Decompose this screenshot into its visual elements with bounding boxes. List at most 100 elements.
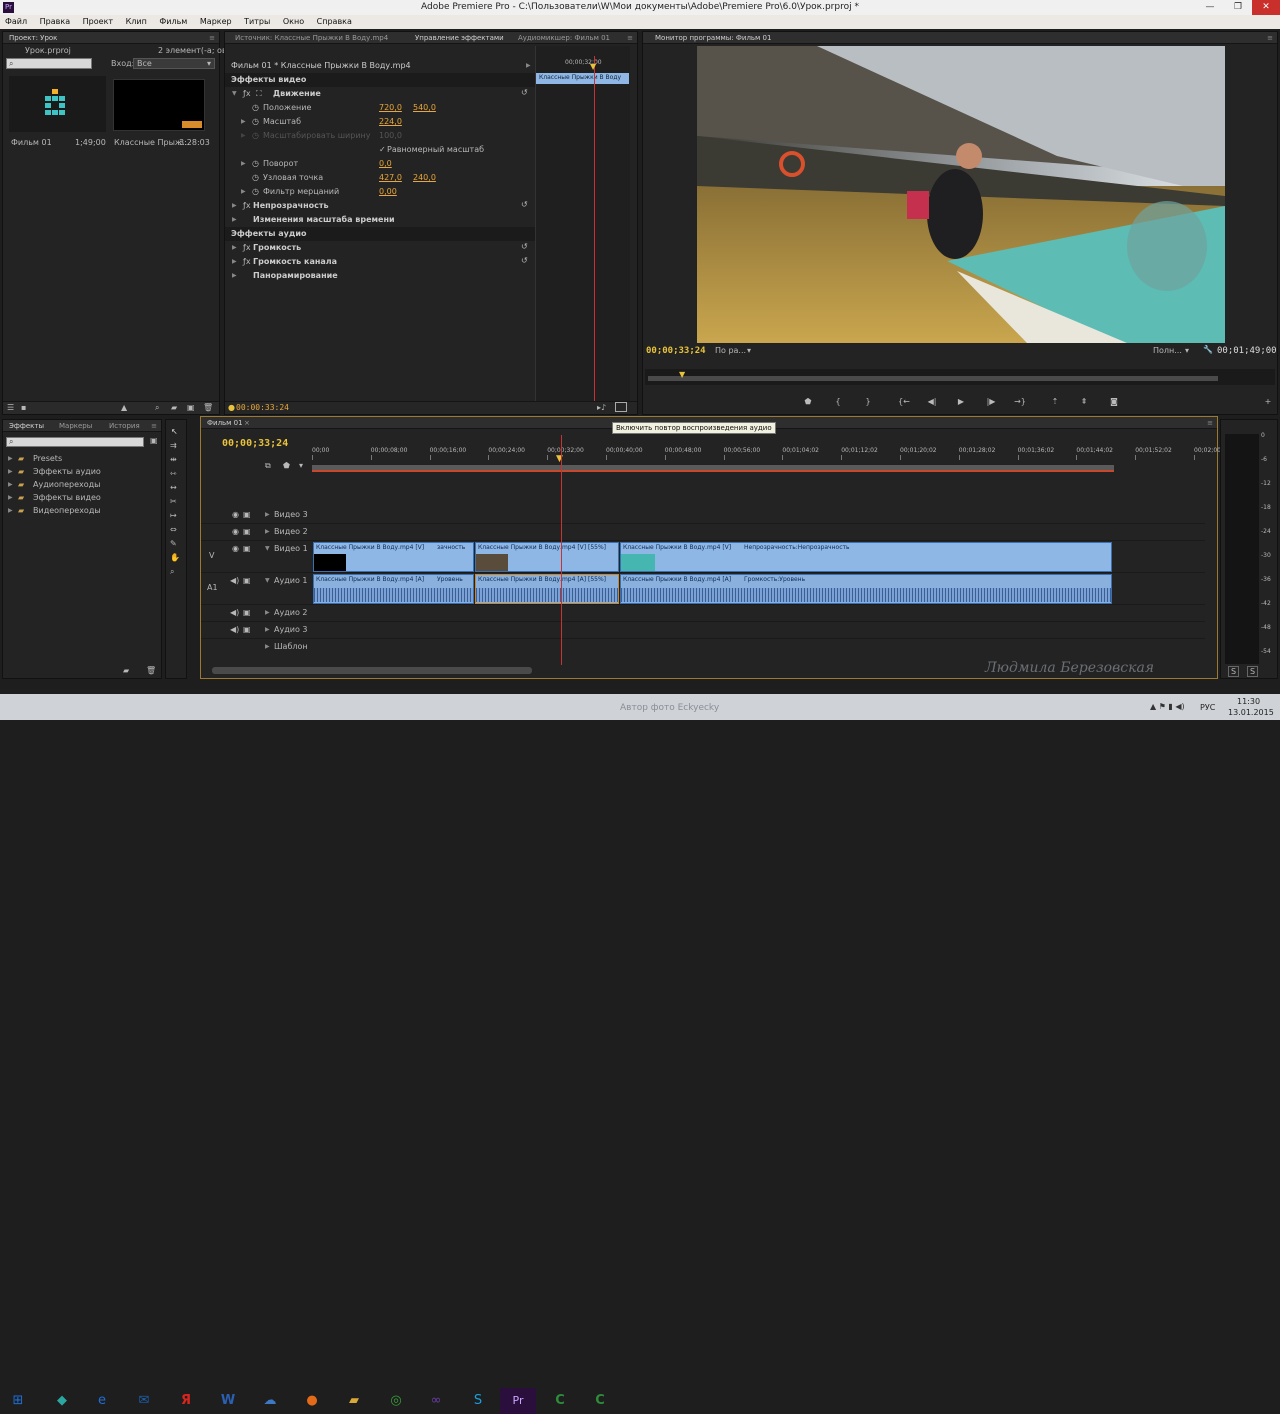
expand-icon[interactable]: ▶ (241, 118, 246, 125)
position-y-value[interactable]: 540,0 (413, 103, 436, 112)
chrome-icon[interactable]: ◎ (378, 1388, 414, 1414)
speaker-icon[interactable]: ◀) (230, 576, 239, 585)
clock-date[interactable]: 13.01.2015 (1228, 708, 1274, 717)
expand-icon[interactable]: ▶ (526, 62, 531, 69)
menu-clip[interactable]: Клип (121, 15, 152, 26)
zoom-tool-icon[interactable]: ⌕ (170, 567, 174, 577)
new-folder-icon[interactable]: ▣ (150, 436, 158, 445)
delete-icon[interactable]: 🗑 (203, 403, 213, 412)
lock-icon[interactable]: ▣ (243, 510, 251, 519)
fx-icon[interactable]: ƒx (243, 243, 251, 252)
tab-source[interactable]: Источник: Классные Прыжки В Воду.mp4 (235, 34, 388, 42)
selection-tool-icon[interactable]: ↖ (171, 427, 178, 436)
slip-tool-icon[interactable]: ↦ (170, 511, 177, 520)
camtasia-icon[interactable]: C (542, 1388, 578, 1414)
close-tab-icon[interactable]: × (244, 419, 250, 427)
new-bin-icon[interactable]: ▰ (123, 666, 129, 675)
mail-icon[interactable]: ✉ (126, 1388, 162, 1414)
expand-icon[interactable]: ▶ (232, 244, 237, 251)
snap-icon[interactable]: ⧉ (265, 461, 271, 471)
video-clip[interactable]: Классные Прыжки В Воду.mp4 [V] зачность (313, 542, 474, 572)
fx-icon[interactable]: ƒx (243, 257, 251, 266)
anchor-y-value[interactable]: 240,0 (413, 173, 436, 182)
collapse-icon[interactable]: ▼ (232, 90, 237, 97)
channel-volume-row[interactable]: ▶ ƒx Громкость канала ↺ (225, 255, 535, 269)
mark-out-icon[interactable]: } (861, 396, 875, 408)
expand-icon[interactable]: ▶ (241, 188, 246, 195)
lock-icon[interactable]: ▣ (243, 608, 251, 617)
play-button[interactable]: ▶ (954, 396, 968, 408)
stopwatch-icon[interactable]: ◷ (252, 159, 259, 168)
stopwatch-icon[interactable]: ◷ (252, 103, 259, 112)
playhead-icon[interactable]: ▼ (590, 62, 596, 71)
panel-menu-icon[interactable]: ≡ (1267, 34, 1273, 42)
panel-menu-icon[interactable]: ≡ (1207, 419, 1213, 427)
expand-icon[interactable]: ▶ (232, 272, 237, 279)
reset-icon[interactable]: ↺ (521, 88, 528, 97)
opacity-row[interactable]: ▶ ƒx Непрозрачность ↺ (225, 199, 535, 213)
video-frame[interactable] (697, 46, 1225, 343)
new-item-icon[interactable]: ▣ (187, 403, 195, 412)
source-patch-a[interactable]: A1 (207, 583, 218, 592)
project-search-input[interactable]: ⌕ (6, 58, 92, 69)
lift-icon[interactable]: ⇡ (1048, 396, 1062, 408)
tray-icons[interactable]: ▲ ⚑ ▮ ◀) (1150, 702, 1185, 711)
reset-icon[interactable]: ↺ (521, 256, 528, 265)
rate-stretch-tool-icon[interactable]: ↔ (170, 483, 177, 492)
language-indicator[interactable]: РУС (1200, 703, 1215, 712)
list-item[interactable]: ▶ ▰ Эффекты видео (8, 492, 158, 505)
video-clip[interactable]: Классные Прыжки В Воду.mp4 [V] Непрозрач… (620, 542, 1112, 572)
menu-sequence[interactable]: Фильм (154, 15, 192, 26)
effect-mini-timeline[interactable]: 00;00;32;00 Классные Прыжки В Воду ▼ (535, 46, 630, 410)
start-button[interactable]: ⊞ (0, 1388, 36, 1414)
close-button[interactable]: ✕ (1252, 0, 1280, 15)
new-bin-icon[interactable]: ▰ (171, 403, 177, 412)
anchor-x-value[interactable]: 427,0 (379, 173, 402, 182)
wrench-icon[interactable]: 🔧 (1203, 345, 1213, 354)
stopwatch-icon[interactable]: ◷ (252, 117, 259, 126)
audio-clip[interactable]: Классные Прыжки В Воду.mp4 [A] Громкость… (620, 574, 1112, 604)
tab-audio-mixer[interactable]: Аудиомикшер: Фильм 01 (518, 34, 610, 42)
tab-program-monitor[interactable]: Монитор программы: Фильм 01 (655, 34, 771, 42)
menu-window[interactable]: Окно (278, 15, 309, 26)
effect-timecode[interactable]: 00:00:33:24 (236, 403, 289, 412)
marker-icon[interactable]: ⬟ (283, 461, 290, 470)
add-marker-icon[interactable]: ⬟ (801, 396, 815, 408)
audio-clip[interactable]: Классные Прыжки В Воду.mp4 [A] Уровень (313, 574, 474, 604)
lock-icon[interactable]: ▣ (243, 544, 251, 553)
panner-row[interactable]: ▶ Панорамирование (225, 269, 535, 283)
reset-icon[interactable]: ↺ (521, 200, 528, 209)
expand-icon[interactable]: ▶ (265, 528, 270, 535)
position-x-value[interactable]: 720,0 (379, 103, 402, 112)
menu-edit[interactable]: Правка (35, 15, 75, 26)
menu-project[interactable]: Проект (78, 15, 118, 26)
lock-icon[interactable]: ▣ (243, 625, 251, 634)
razor-tool-icon[interactable]: ✂ (170, 497, 177, 506)
solo-right-button[interactable]: S (1247, 666, 1259, 677)
tab-history[interactable]: История (109, 422, 140, 430)
tab-sequence[interactable]: Фильм 01 (207, 419, 243, 427)
go-to-out-icon[interactable]: →} (1013, 396, 1027, 408)
expand-icon[interactable]: ▶ (232, 216, 237, 223)
timeline-ruler[interactable]: 00;00 00;00;08;00 00;00;16;00 00;00;24;00 00… (312, 443, 1223, 475)
camera-icon[interactable]: ◙ (1107, 396, 1121, 408)
export-frame-icon[interactable] (615, 402, 627, 412)
explorer-icon[interactable]: ▰ (336, 1388, 372, 1414)
panel-menu-icon[interactable]: ≡ (151, 422, 157, 430)
premiere-taskbar-icon[interactable]: Pr (500, 1388, 536, 1414)
collapse-icon[interactable]: ▼ (265, 577, 270, 584)
menu-title[interactable]: Титры (239, 15, 275, 26)
yandex-icon[interactable]: Я (168, 1388, 204, 1414)
volume-row[interactable]: ▶ ƒx Громкость ↺ (225, 241, 535, 255)
ie-icon[interactable]: e (84, 1388, 120, 1414)
skype-icon[interactable]: S (460, 1388, 496, 1414)
list-item[interactable]: ▶ ▰ Видеопереходы (8, 505, 158, 518)
rolling-edit-tool-icon[interactable]: ⇿ (170, 469, 177, 478)
expand-icon[interactable]: ▶ (241, 160, 246, 167)
in-select[interactable]: Все ▾ (133, 58, 215, 69)
eye-icon[interactable]: ◉ (232, 510, 239, 519)
hand-tool-icon[interactable]: ✋ (170, 553, 180, 562)
video-clip[interactable]: Классные Прыжки В Воду.mp4 [V] [55%] (475, 542, 619, 572)
speaker-icon[interactable]: ◀) (230, 608, 239, 617)
fx-icon[interactable]: ƒx (243, 201, 251, 210)
